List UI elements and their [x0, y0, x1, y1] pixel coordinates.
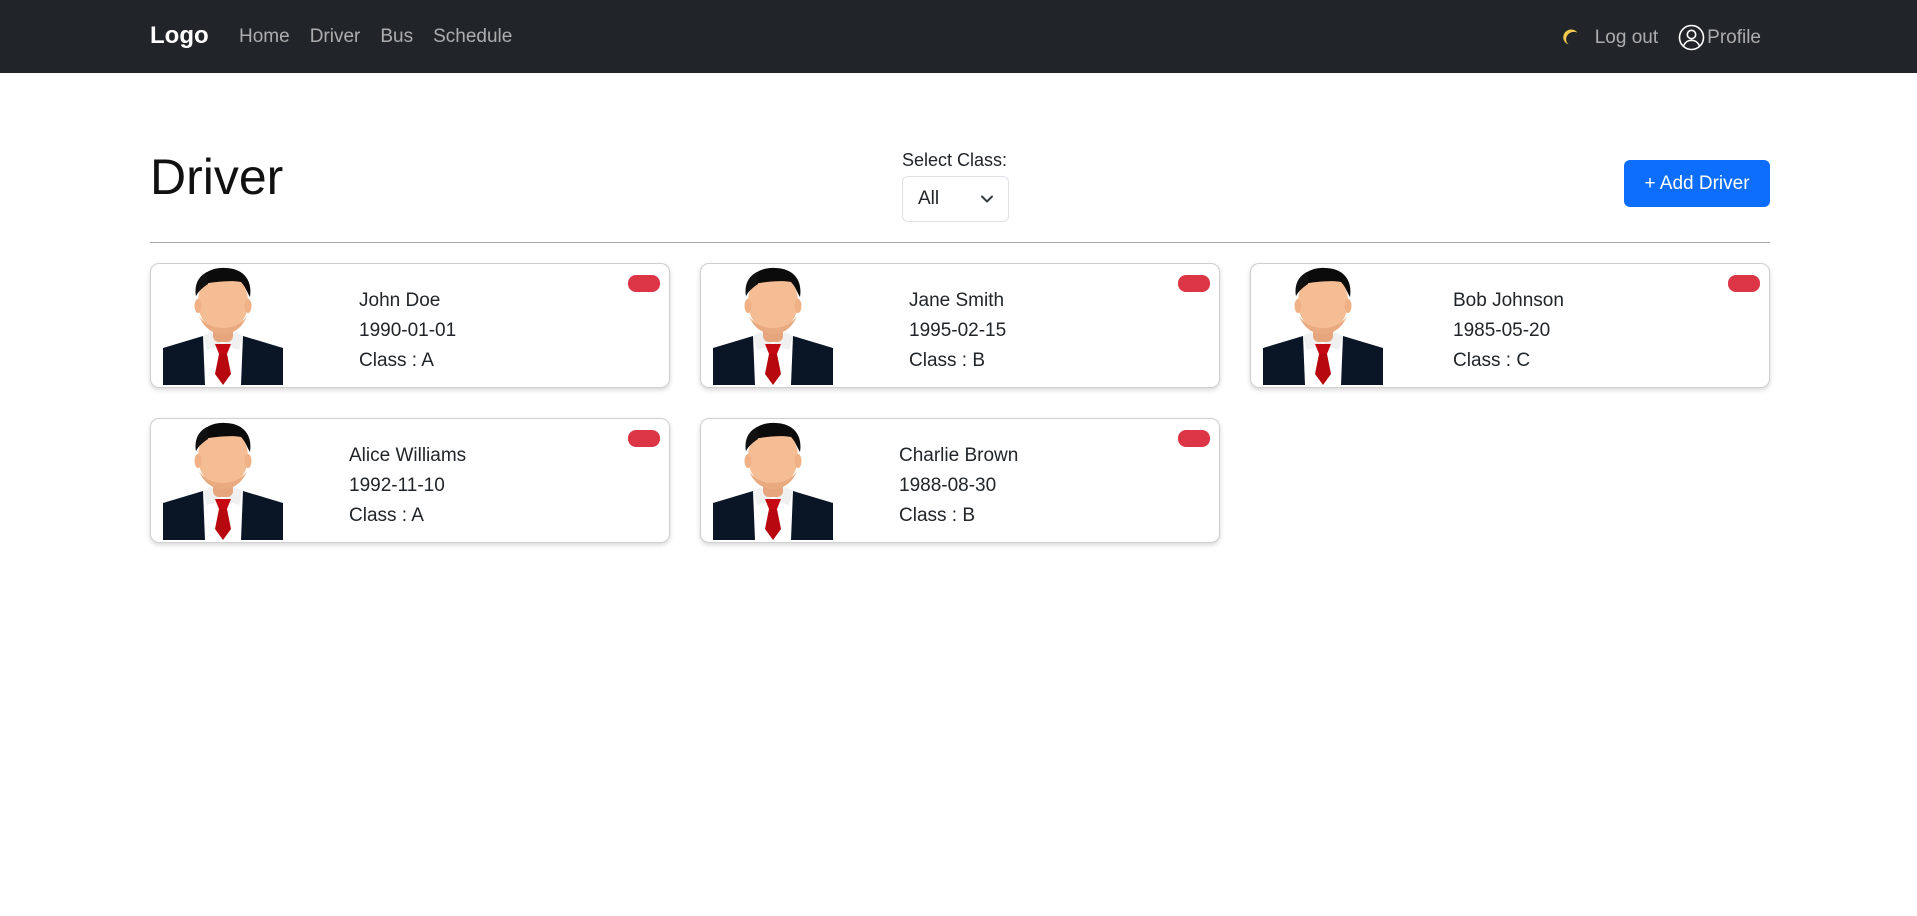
nav-right: Log out Profile: [1561, 24, 1761, 51]
add-driver-button[interactable]: + Add Driver: [1624, 160, 1770, 207]
nav-link-bus[interactable]: Bus: [380, 26, 413, 48]
driver-card[interactable]: Bob Johnson 1985-05-20 Class : C: [1250, 263, 1770, 388]
delete-driver-button[interactable]: [1178, 275, 1210, 292]
driver-avatar: [1263, 266, 1383, 385]
driver-avatar: [713, 421, 833, 540]
moon-icon[interactable]: [1561, 28, 1581, 48]
top-navbar: Logo Home Driver Bus Schedule Log out Pr…: [0, 0, 1917, 73]
driver-dob: 1992-11-10: [349, 475, 445, 496]
driver-dob: 1988-08-30: [899, 475, 997, 496]
nav-link-driver[interactable]: Driver: [310, 26, 361, 48]
driver-name: Jane Smith: [909, 290, 1005, 311]
class-filter: Select Class: All: [902, 150, 1009, 222]
driver-class: Class : B: [909, 350, 986, 371]
driver-card[interactable]: Jane Smith 1995-02-15 Class : B: [700, 263, 1220, 388]
logout-link[interactable]: Log out: [1595, 27, 1658, 49]
driver-avatar: [163, 266, 283, 385]
driver-dob: 1995-02-15: [909, 320, 1007, 341]
delete-driver-button[interactable]: [628, 275, 660, 292]
delete-driver-button[interactable]: [628, 430, 660, 447]
driver-info: Jane Smith 1995-02-15 Class : B: [909, 286, 1006, 376]
nav-link-home[interactable]: Home: [239, 26, 290, 48]
driver-info: Charlie Brown 1988-08-30 Class : B: [899, 441, 1018, 531]
delete-driver-button[interactable]: [1728, 275, 1760, 292]
nav-links: Home Driver Bus Schedule: [239, 26, 512, 48]
driver-info: John Doe 1990-01-01 Class : A: [359, 286, 456, 376]
page-title: Driver: [150, 149, 284, 205]
class-select-value: All: [918, 188, 940, 209]
delete-driver-button[interactable]: [1178, 430, 1210, 447]
driver-class: Class : A: [349, 505, 424, 526]
profile-label: Profile: [1707, 26, 1761, 48]
driver-avatar: [713, 266, 833, 385]
driver-card[interactable]: Alice Williams 1992-11-10 Class : A: [150, 418, 670, 543]
driver-name: John Doe: [359, 290, 441, 311]
driver-card[interactable]: Charlie Brown 1988-08-30 Class : B: [700, 418, 1220, 543]
driver-info: Bob Johnson 1985-05-20 Class : C: [1453, 286, 1564, 376]
nav-link-schedule[interactable]: Schedule: [433, 26, 512, 48]
driver-name: Bob Johnson: [1453, 290, 1564, 311]
driver-class: Class : A: [359, 350, 434, 371]
driver-name: Charlie Brown: [899, 445, 1019, 466]
profile-link[interactable]: Profile: [1678, 24, 1761, 51]
driver-avatar: [163, 421, 283, 540]
header-divider: [150, 242, 1770, 243]
user-circle-icon: [1678, 24, 1705, 51]
driver-class: Class : C: [1453, 350, 1531, 371]
class-select[interactable]: All: [902, 176, 1009, 222]
class-filter-label: Select Class:: [902, 150, 1008, 170]
driver-info: Alice Williams 1992-11-10 Class : A: [349, 441, 466, 531]
driver-card[interactable]: John Doe 1990-01-01 Class : A: [150, 263, 670, 388]
driver-class: Class : B: [899, 505, 976, 526]
driver-dob: 1985-05-20: [1453, 320, 1551, 341]
chevron-down-icon: [981, 195, 993, 203]
driver-dob: 1990-01-01: [359, 320, 457, 341]
brand-logo[interactable]: Logo: [150, 22, 209, 50]
driver-name: Alice Williams: [349, 445, 467, 466]
